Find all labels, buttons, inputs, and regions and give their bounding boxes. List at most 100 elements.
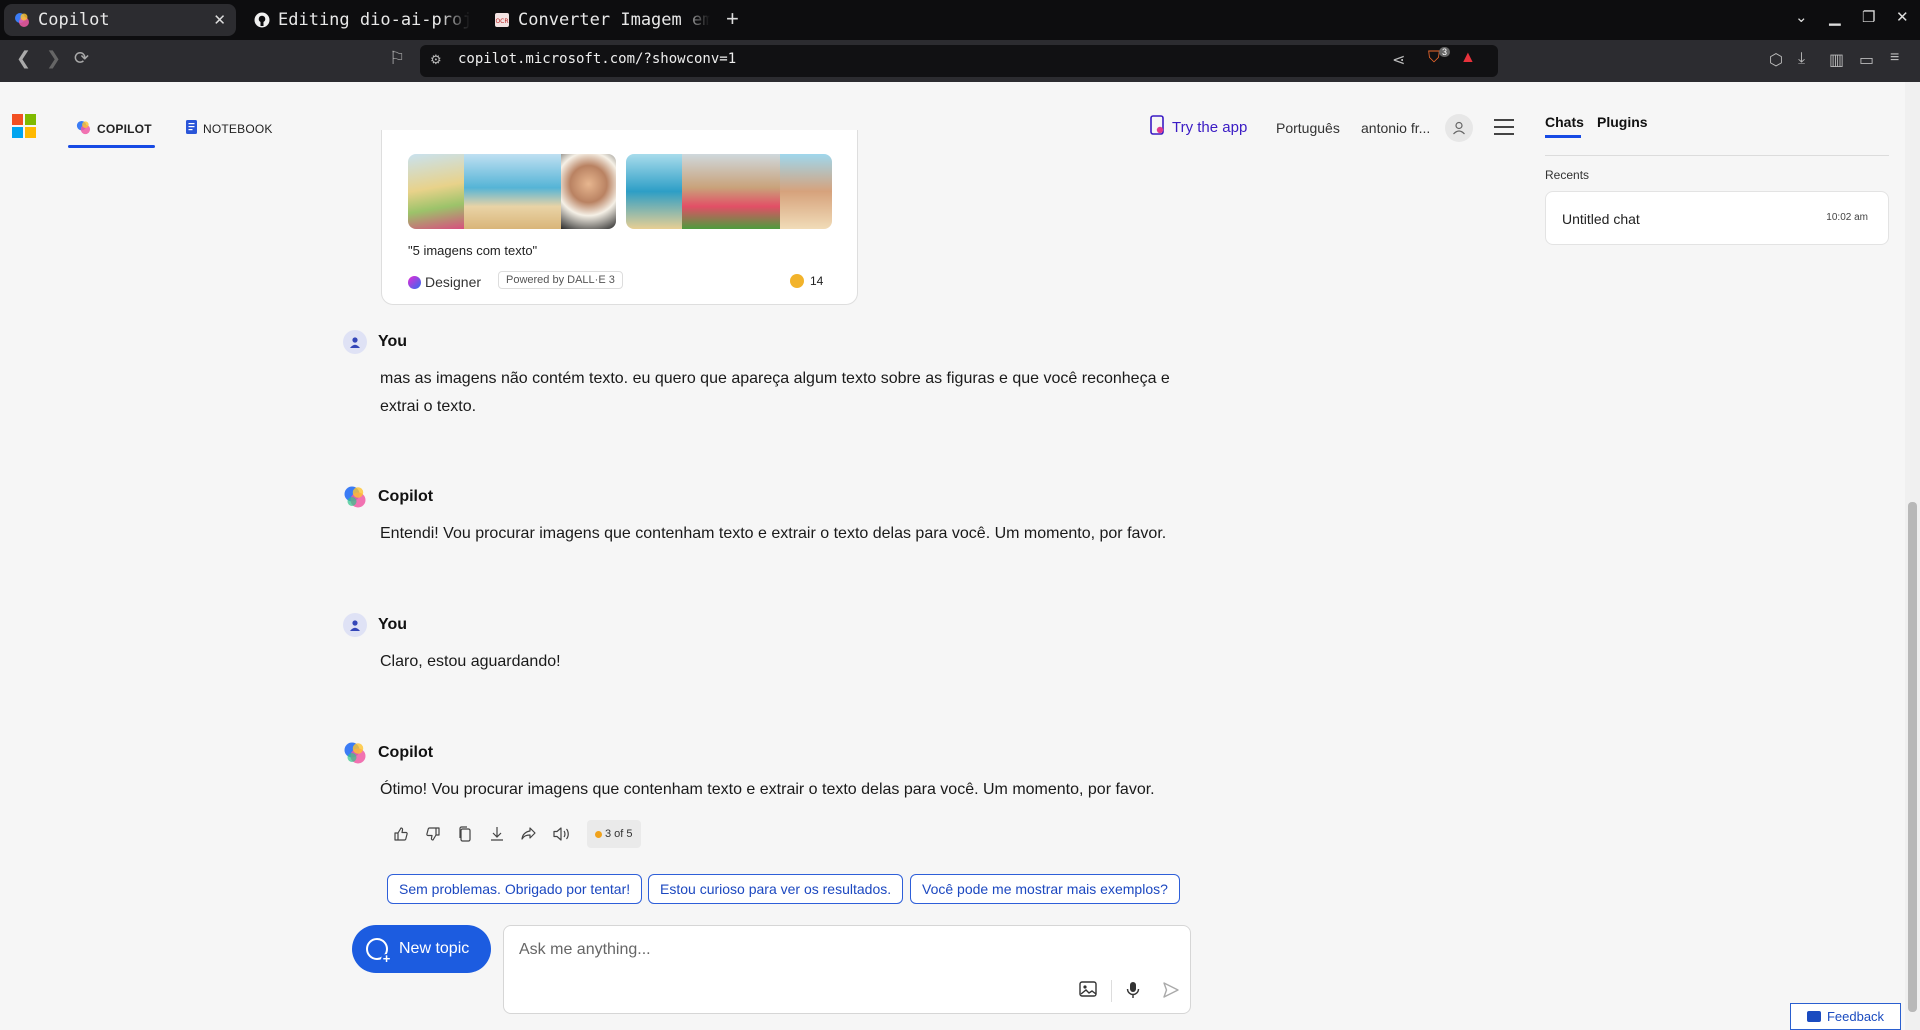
github-icon [254,12,270,28]
sidebar-toggle-icon[interactable]: ▥ [1829,50,1844,70]
feedback-chat-icon [1806,1011,1821,1022]
tab-label: COPILOT [97,122,152,136]
close-window-icon[interactable]: ✕ [1896,8,1909,26]
message-text: Entendi! Vou procurar imagens que conten… [380,525,1167,542]
new-topic-button[interactable]: New topic [352,925,491,973]
copilot-icon [343,485,367,509]
close-tab-icon[interactable]: ✕ [213,11,226,29]
generated-image-thumbnail[interactable] [780,154,832,229]
generated-image-thumbnail[interactable] [464,154,561,229]
reload-icon[interactable]: ⟳ [74,48,89,69]
tab-search-chevron-icon[interactable]: ⌄ [1795,8,1808,26]
restore-icon[interactable]: ❐ [1862,8,1875,26]
suggestion-chip[interactable]: Estou curioso para ver os resultados. [648,874,904,904]
send-icon[interactable] [1162,981,1180,1004]
sidebar-divider [1545,155,1889,156]
minimize-icon[interactable]: ▁ [1829,8,1841,26]
language-selector[interactable]: Português [1276,120,1340,136]
message-author-you: You [343,330,407,354]
user-avatar-icon [343,330,367,354]
svg-text:OCR: OCR [495,18,508,25]
brave-rewards-icon[interactable]: ▲ [1460,49,1476,67]
microsoft-logo[interactable] [12,114,36,138]
browser-menu-icon[interactable]: ≡ [1890,49,1899,67]
tab-notebook-nav[interactable]: NOTEBOOK [186,120,273,137]
generated-images-card: "5 imagens com texto" Designer Powered b… [381,130,858,305]
ocr-icon: OCR [494,12,510,28]
image-group-2[interactable] [626,154,832,229]
generated-image-thumbnail[interactable] [682,154,780,229]
tab-github[interactable]: Editing dio-ai-proj [244,4,470,36]
designer-link[interactable]: Designer [408,274,481,290]
copilot-icon [14,12,30,28]
designer-label: Designer [425,274,482,290]
feedback-label: Feedback [1826,1009,1885,1024]
chat-composer [503,925,1191,1014]
read-aloud-speaker-icon[interactable] [545,822,577,846]
url-text[interactable]: copilot.microsoft.com/?showconv=1 [458,51,736,67]
copy-icon[interactable] [449,822,481,846]
try-the-app-link[interactable]: Try the app [1150,115,1247,139]
copilot-icon [343,741,367,765]
tab-copilot[interactable]: Copilot ✕ [4,4,236,36]
boost-coin-icon [790,274,804,288]
boosts-counter: 14 [790,274,823,288]
author-name: You [378,333,408,350]
back-icon[interactable]: ❮ [16,48,31,69]
microphone-icon[interactable] [1126,981,1140,1004]
user-avatar-icon[interactable] [1445,114,1473,142]
thumbs-up-icon[interactable] [385,822,417,846]
generated-image-thumbnail[interactable] [626,154,682,229]
image-prompt: "5 imagens com texto" [408,243,538,258]
tab-chats[interactable]: Chats [1545,114,1584,130]
wallet-icon[interactable]: ▭ [1859,50,1874,70]
image-group-1[interactable] [408,154,616,229]
message-text: Ótimo! Vou procurar imagens que contenha… [380,781,1155,798]
forward-icon[interactable]: ❯ [46,48,61,69]
author-name: Copilot [378,488,434,505]
chat-title: Untitled chat [1562,211,1640,227]
author-name: You [378,616,408,633]
ask-input[interactable] [519,938,1169,962]
message-text: Claro, estou aguardando! [380,653,561,670]
menu-hamburger-icon[interactable] [1494,119,1514,140]
tab-copilot-nav[interactable]: COPILOT [76,120,152,138]
tab-converter[interactable]: OCR Converter Imagem em [484,4,710,36]
message-author-you: You [343,613,407,637]
boosts-count: 14 [810,274,824,288]
generated-image-thumbnail[interactable] [408,154,464,229]
user-avatar-icon [343,613,367,637]
feedback-button[interactable]: Feedback [1790,1003,1901,1030]
message-text: mas as imagens não contém texto. eu quer… [380,370,1170,415]
user-name[interactable]: antonio fr... [1361,120,1430,136]
extensions-icon[interactable]: ⬡ [1769,50,1783,70]
message-author-copilot: Copilot [343,741,433,765]
suggestion-chip[interactable]: Sem problemas. Obrigado por tentar! [387,874,643,904]
powered-by-badge: Powered by DALL·E 3 [498,271,623,289]
tab-plugins[interactable]: Plugins [1597,114,1648,130]
chat-time: 10:02 am [1826,212,1868,223]
suggestion-chip[interactable]: Você pode me mostrar mais exemplos? [910,874,1180,904]
recent-chat-item[interactable]: Untitled chat 10:02 am [1545,191,1889,245]
tab-label: NOTEBOOK [203,121,273,136]
page-scrollbar[interactable] [1905,82,1920,1030]
download-icon[interactable]: ⤓ [1798,50,1805,68]
bookmark-icon[interactable]: ⚐ [389,48,405,69]
share-icon[interactable] [513,822,545,846]
scrollbar-thumb[interactable] [1908,502,1917,1012]
copilot-icon [76,120,91,138]
new-topic-label: New topic [399,940,470,957]
message-author-copilot: Copilot [343,485,433,509]
export-download-icon[interactable] [481,822,513,846]
new-tab-plus-icon[interactable]: + [726,6,739,32]
tab-label: Copilot [38,10,110,30]
counter-label: 3 of 5 [605,828,633,840]
site-settings-icon[interactable]: ⚙ [430,52,442,68]
browser-tab-bar: Copilot ✕ Editing dio-ai-proj OCR Conver… [0,0,1920,40]
add-image-icon[interactable] [1079,981,1099,1004]
chats-tab-indicator [1545,135,1581,138]
phone-icon [1150,115,1164,139]
generated-image-thumbnail[interactable] [561,154,616,229]
thumbs-down-icon[interactable] [417,822,449,846]
share-icon[interactable]: ⋖ [1392,50,1405,70]
